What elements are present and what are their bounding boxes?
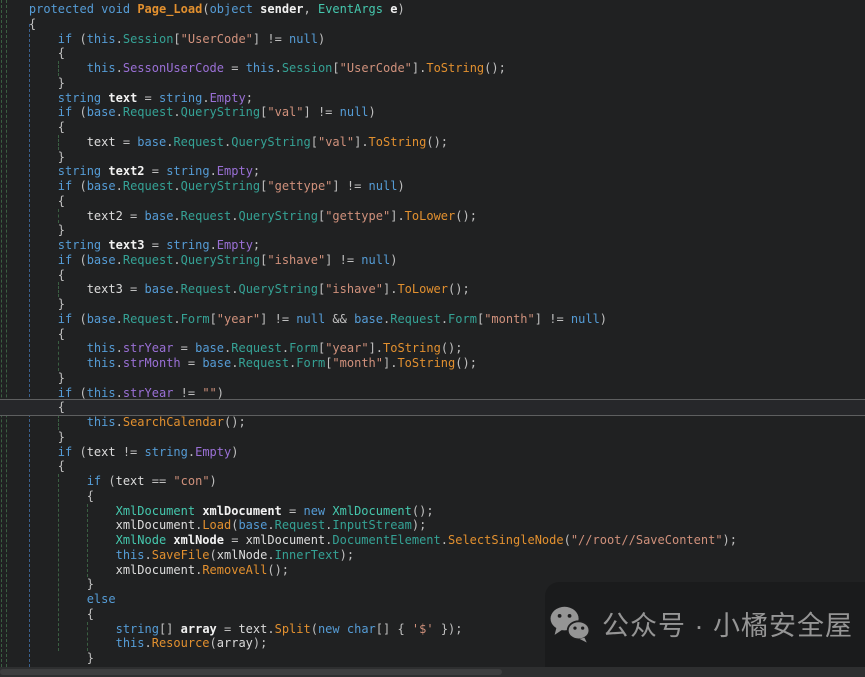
code-editor: protected void Page_Load(object sender, … [0, 0, 865, 677]
code-line[interactable]: if (base.Request.QueryString["gettype"] … [0, 179, 865, 194]
wechat-icon [548, 605, 592, 643]
code-line[interactable]: { [0, 268, 865, 283]
code-area[interactable]: protected void Page_Load(object sender, … [0, 2, 865, 666]
watermark-panel: 公众号 · 小橘安全屋 [545, 582, 865, 667]
code-line[interactable]: this.strYear = base.Request.Form["year"]… [0, 341, 865, 356]
code-line[interactable]: text = base.Request.QueryString["val"].T… [0, 135, 865, 150]
code-line[interactable]: } [0, 430, 865, 445]
code-line[interactable]: if (base.Request.QueryString["ishave"] !… [0, 253, 865, 268]
code-line[interactable]: xmlDocument.RemoveAll(); [0, 563, 865, 578]
code-line[interactable]: { [0, 489, 865, 504]
code-line[interactable]: { [0, 327, 865, 342]
code-line[interactable]: this.SearchCalendar(); [0, 415, 865, 430]
code-line[interactable]: } [0, 223, 865, 238]
code-line[interactable]: } [0, 371, 865, 386]
code-line[interactable]: this.SessonUserCode = this.Session["User… [0, 61, 865, 76]
code-line[interactable]: if (base.Request.Form["year"] != null &&… [0, 312, 865, 327]
code-line[interactable]: text3 = base.Request.QueryString["ishave… [0, 282, 865, 297]
horizontal-scrollbar[interactable] [0, 667, 865, 677]
code-line[interactable]: string text2 = string.Empty; [0, 164, 865, 179]
code-line[interactable]: } [0, 76, 865, 91]
code-line[interactable]: if (text != string.Empty) [0, 445, 865, 460]
watermark: 公众号 · 小橘安全屋 [548, 604, 853, 643]
code-line[interactable]: { [0, 17, 865, 32]
code-line[interactable]: if (base.Request.QueryString["val"] != n… [0, 105, 865, 120]
code-line[interactable]: this.SaveFile(xmlNode.InnerText); [0, 548, 865, 563]
code-line[interactable]: text2 = base.Request.QueryString["gettyp… [0, 209, 865, 224]
code-line[interactable]: if (this.strYear != "") [0, 386, 865, 401]
code-line[interactable]: this.strMonth = base.Request.Form["month… [0, 356, 865, 371]
code-line[interactable]: protected void Page_Load(object sender, … [0, 2, 865, 17]
code-line[interactable]: { [0, 120, 865, 135]
code-line[interactable]: { [0, 400, 865, 415]
watermark-text: 公众号 · 小橘安全屋 [602, 604, 853, 643]
code-line[interactable]: string text = string.Empty; [0, 91, 865, 106]
code-line[interactable]: XmlDocument xmlDocument = new XmlDocumen… [0, 504, 865, 519]
code-line[interactable]: XmlNode xmlNode = xmlDocument.DocumentEl… [0, 533, 865, 548]
code-line[interactable]: { [0, 194, 865, 209]
scrollbar-thumb[interactable] [0, 669, 502, 675]
code-line[interactable]: if (this.Session["UserCode"] != null) [0, 32, 865, 47]
code-line[interactable]: string text3 = string.Empty; [0, 238, 865, 253]
code-line[interactable]: } [0, 297, 865, 312]
code-line[interactable]: if (text == "con") [0, 474, 865, 489]
code-line[interactable]: } [0, 150, 865, 165]
code-line[interactable]: { [0, 459, 865, 474]
code-line[interactable]: { [0, 46, 865, 61]
code-line[interactable]: xmlDocument.Load(base.Request.InputStrea… [0, 518, 865, 533]
